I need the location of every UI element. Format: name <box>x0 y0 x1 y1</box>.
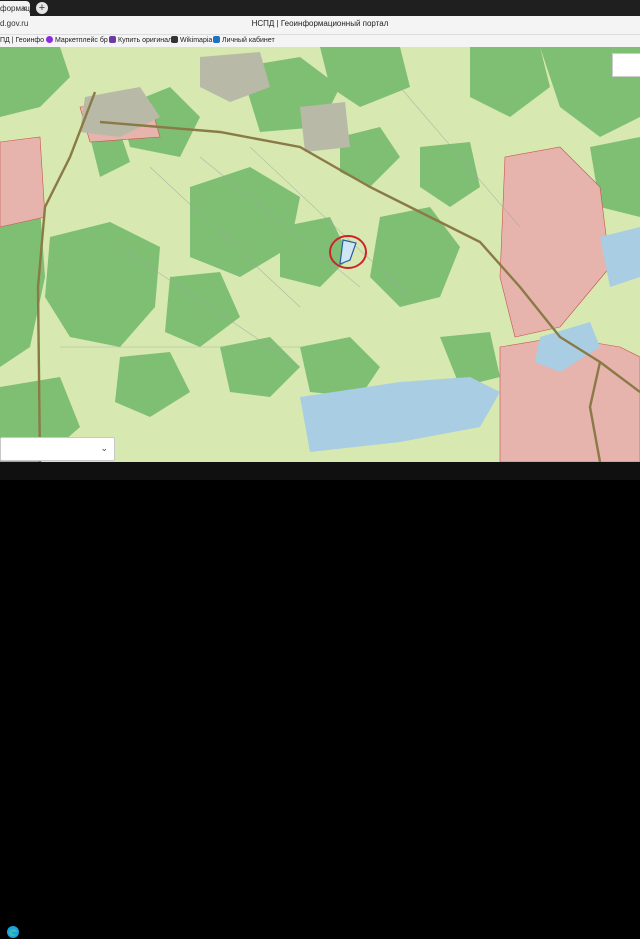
bookmark-item[interactable]: Личный кабинет <box>213 36 275 46</box>
edge-icon[interactable] <box>6 925 20 939</box>
chevron-down-icon: ⌄ <box>100 443 108 453</box>
wikimapia-icon <box>171 36 178 43</box>
shop-icon <box>109 36 116 43</box>
tab-close-icon[interactable]: × <box>22 1 27 16</box>
bookmark-label: Купить оригинал <box>118 37 173 44</box>
bookmark-label: Личный кабинет <box>222 37 275 44</box>
browser-tab[interactable]: формации × <box>0 1 30 16</box>
bookmark-item[interactable]: ПД | Геоинфо <box>0 36 44 46</box>
bookmark-label: ПД | Геоинфо <box>0 37 45 44</box>
marketplace-icon <box>46 36 53 43</box>
bookmark-item[interactable]: Маркетплейс бр <box>46 36 108 46</box>
layer-select[interactable]: ⌄ <box>0 437 115 461</box>
map-svg <box>0 47 640 462</box>
map-canvas[interactable] <box>0 47 640 462</box>
bookmark-item[interactable]: Купить оригинал <box>109 36 172 46</box>
browser-tab-bar: формации × + <box>0 0 640 16</box>
bookmark-label: Маркетплейс бр <box>55 37 108 44</box>
bookmark-label: Wikimapia <box>180 37 213 44</box>
page-title: НСПД | Геоинформационный портал <box>251 19 389 28</box>
os-taskbar <box>0 462 640 938</box>
map-tool-panel[interactable] <box>612 53 640 77</box>
bookmark-item[interactable]: Wikimapia <box>171 36 212 46</box>
account-icon <box>213 36 220 43</box>
new-tab-button[interactable]: + <box>36 2 48 14</box>
address-bar[interactable]: d.gov.ru НСПД | Геоинформационный портал <box>0 16 640 35</box>
